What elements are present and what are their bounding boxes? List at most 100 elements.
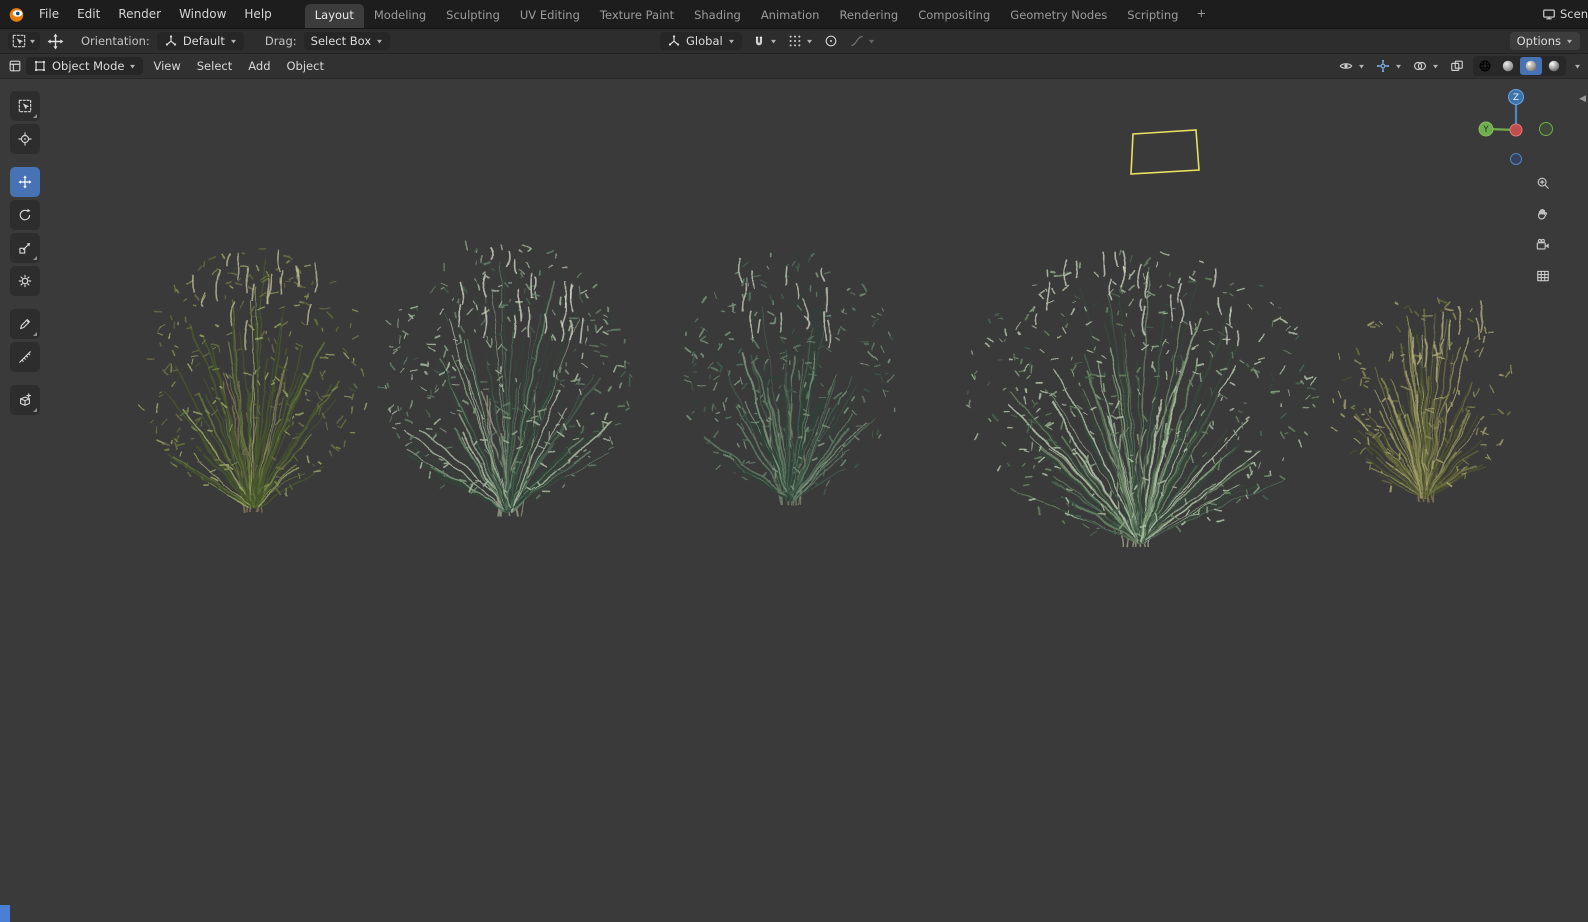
magnifier-icon (1536, 176, 1550, 190)
viewport-side-buttons (1531, 171, 1555, 288)
annotate-tool[interactable] (10, 309, 40, 339)
scene-canvas[interactable] (0, 79, 1588, 922)
workspace-tab[interactable]: Shading (684, 4, 751, 28)
snap-toggle-button[interactable] (750, 33, 768, 49)
menu-item[interactable]: Edit (68, 4, 109, 24)
gizmo-axis-y-negative[interactable] (1539, 122, 1553, 136)
transform-orientation-dropdown[interactable]: Global (660, 32, 742, 50)
proportional-falloff-dropdown[interactable] (867, 39, 876, 44)
options-dropdown[interactable]: Options (1509, 32, 1580, 50)
ortho-toggle-button[interactable] (1531, 264, 1555, 288)
viewport-menu-item[interactable]: Add (240, 56, 278, 76)
xray-toggle[interactable] (1448, 58, 1466, 74)
measure-tool[interactable] (10, 342, 40, 372)
blender-logo-icon[interactable] (8, 6, 25, 23)
active-tool-selector[interactable] (8, 32, 40, 50)
editor-type-icon (8, 59, 22, 73)
caret-down-icon (868, 39, 875, 44)
shading-solid[interactable] (1497, 57, 1519, 75)
shading-wireframe[interactable] (1474, 57, 1496, 75)
drag-value: Select Box (310, 34, 372, 48)
proportional-falloff-button[interactable] (848, 33, 866, 49)
snap-target-dropdown[interactable] (805, 39, 814, 44)
drag-label: Drag: (264, 34, 297, 48)
bush-4[interactable] (966, 250, 1319, 548)
viewport-menu-item[interactable]: Select (189, 56, 240, 76)
bush-5[interactable] (1331, 296, 1513, 503)
workspace-tab[interactable]: Scripting (1117, 4, 1188, 28)
scale-tool[interactable] (10, 233, 40, 263)
snap-target-button[interactable] (786, 33, 804, 49)
rotate-icon (18, 208, 32, 222)
menu-item[interactable]: Render (109, 4, 170, 24)
viewport-menu-item[interactable]: View (145, 56, 188, 76)
cursor-icon (18, 132, 32, 146)
add-cube-tool[interactable] (10, 385, 40, 415)
topbar: File Edit Render Window Help Layout Modeling S… (0, 0, 1588, 29)
visibility-toggle[interactable] (1337, 58, 1355, 74)
workspace-tab[interactable]: Sculpting (436, 4, 510, 28)
workspace-tab[interactable]: Rendering (829, 4, 908, 28)
toolbar (10, 91, 40, 415)
select-box-tool[interactable] (10, 91, 40, 121)
workspace-tab[interactable]: UV Editing (510, 4, 590, 28)
active-tool-icon (12, 34, 26, 48)
viewport-header: Object Mode View Select Add Object (0, 54, 1588, 79)
camera-icon (1536, 238, 1550, 252)
workspace-tab[interactable]: Layout (304, 4, 364, 28)
viewport-menu-item[interactable]: Object (279, 56, 332, 76)
rotate-tool[interactable] (10, 200, 40, 230)
snap-settings-dropdown[interactable] (769, 39, 778, 44)
caret-down-icon[interactable] (1431, 64, 1440, 69)
caret-down-icon (129, 64, 136, 69)
hand-icon (1536, 207, 1550, 221)
move-tool[interactable] (10, 167, 40, 197)
show-gizmo-toggle[interactable] (1374, 58, 1392, 74)
workspace-tabs: Layout Modeling Sculpting UV Editing Texture… (304, 0, 1189, 28)
workspace-tab[interactable]: Animation (751, 4, 830, 28)
menu-item[interactable]: File (30, 4, 68, 24)
scene-name: Scen (1560, 7, 1588, 21)
drag-dropdown[interactable]: Select Box (303, 32, 391, 50)
bush-3[interactable] (683, 252, 896, 506)
mode-value: Object Mode (52, 59, 125, 73)
bush-2[interactable] (377, 241, 632, 516)
cursor-tool[interactable] (10, 124, 40, 154)
caret-down-icon (376, 39, 383, 44)
proportional-editing-toggle[interactable] (822, 33, 840, 49)
bush-1[interactable] (138, 248, 367, 513)
object-mode-icon (33, 59, 47, 73)
measure-icon (18, 350, 32, 364)
viewport-menus: View Select Add Object (145, 56, 332, 76)
shading-options-dropdown[interactable] (1573, 64, 1582, 69)
caret-down-icon[interactable] (1357, 64, 1366, 69)
selected-rect-object[interactable] (1130, 129, 1200, 175)
shading-material-preview[interactable] (1520, 57, 1542, 75)
gizmo-axis-z-negative[interactable] (1510, 153, 1522, 165)
pan-button[interactable] (1531, 202, 1555, 226)
workspace-tab[interactable]: Modeling (364, 4, 436, 28)
menu-item[interactable]: Help (235, 4, 280, 24)
mode-dropdown[interactable]: Object Mode (26, 57, 144, 75)
editor-type-dropdown[interactable] (6, 58, 24, 74)
workspace-tab[interactable]: Texture Paint (590, 4, 684, 28)
transform-tool[interactable] (10, 266, 40, 296)
workspace-tab[interactable]: Geometry Nodes (1000, 4, 1117, 28)
orientation-dropdown[interactable]: Default (156, 32, 244, 50)
caret-down-icon (29, 39, 36, 44)
scene-selector[interactable]: Scen (1542, 7, 1588, 21)
shading-rendered[interactable] (1543, 57, 1565, 75)
menu-item[interactable]: Window (170, 4, 235, 24)
wireframe-sphere-icon (1478, 59, 1492, 73)
camera-view-button[interactable] (1531, 233, 1555, 257)
sidebar-collapse-arrow[interactable]: ◀ (1579, 95, 1586, 104)
caret-down-icon[interactable] (1394, 64, 1403, 69)
show-overlays-toggle[interactable] (1411, 58, 1429, 74)
falloff-curve-icon (850, 34, 864, 48)
navigation-gizmo[interactable]: Z Y (1478, 89, 1554, 165)
viewport-3d[interactable]: Z Y ◀ (0, 79, 1588, 922)
zoom-button[interactable] (1531, 171, 1555, 195)
gizmo-axis-x[interactable] (1509, 123, 1523, 137)
workspace-tab[interactable]: Compositing (908, 4, 1000, 28)
add-workspace-button[interactable]: + (1188, 2, 1214, 26)
